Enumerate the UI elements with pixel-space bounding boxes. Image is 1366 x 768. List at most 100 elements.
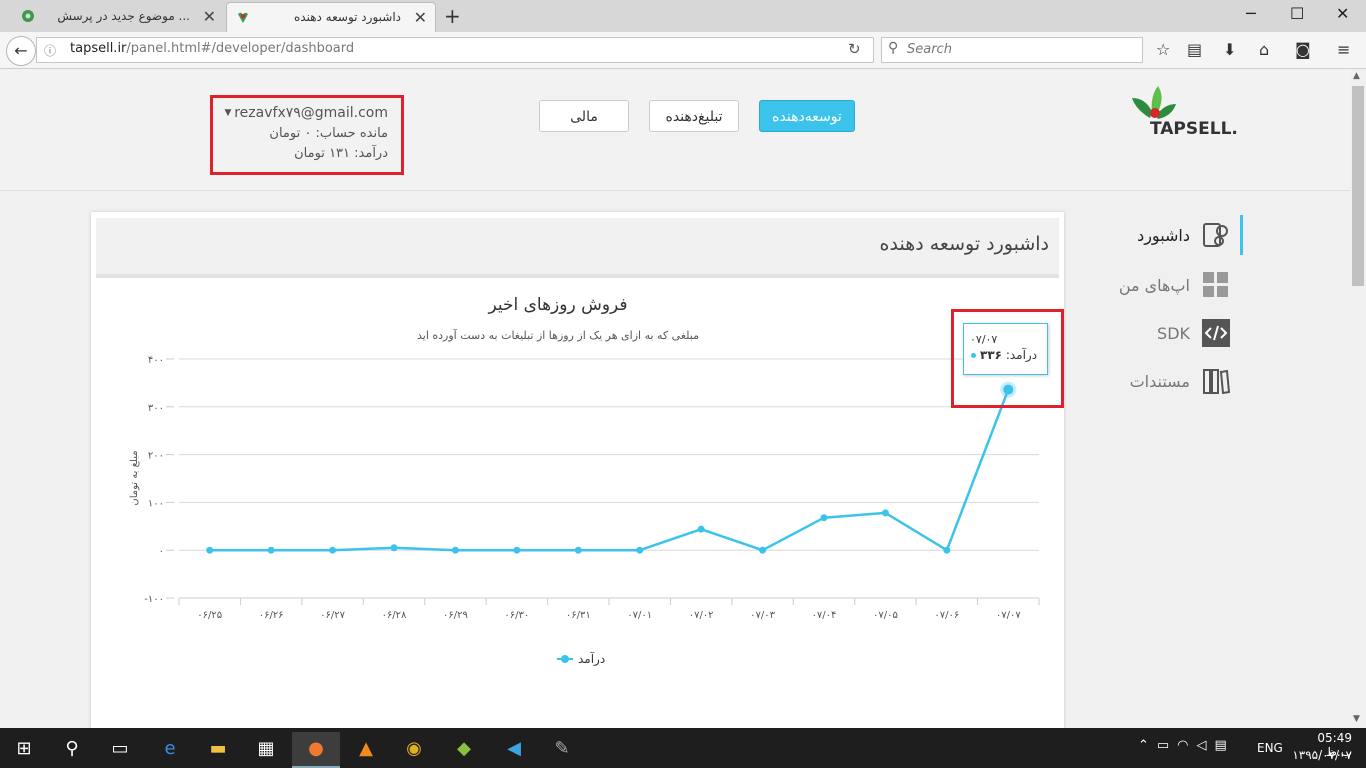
minimize-button[interactable]: ─: [1246, 4, 1256, 23]
search-placeholder: Search: [907, 42, 952, 57]
telegram-icon[interactable]: ◀: [490, 732, 538, 766]
reload-icon[interactable]: ↻: [848, 40, 861, 58]
tab-close-icon[interactable]: ✕: [203, 7, 216, 26]
task-view-icon[interactable]: ▭: [96, 732, 144, 766]
x-tick-label: ۰۷/۰۶: [934, 610, 959, 621]
account-balance: مانده حساب: ۰ تومان: [269, 126, 388, 141]
tooltip-marker: [971, 353, 976, 358]
y-tick-label: ۳۰۰: [148, 403, 164, 414]
maximize-button[interactable]: ☐: [1290, 4, 1304, 23]
sidebar-item-label: مستندات: [1129, 372, 1190, 391]
tab-title: ... موضوع جدید در پرسش: [57, 9, 190, 23]
arrow-left-icon: ←: [14, 41, 28, 60]
tab-title: داشبورد توسعه دهنده: [293, 10, 401, 24]
url-path: /panel.html#/developer/dashboard: [126, 41, 355, 56]
caret-down-icon: ▼: [224, 108, 235, 118]
system-tray-icons[interactable]: ⌃▭◠◁▤: [1138, 738, 1235, 753]
file-explorer-icon[interactable]: ▬: [194, 732, 242, 766]
data-point[interactable]: [267, 546, 275, 554]
x-tick-label: ۰۶/۲۸: [382, 610, 407, 621]
scrollbar-thumb[interactable]: [1352, 86, 1364, 286]
paint-icon[interactable]: ✎: [538, 732, 586, 766]
home-icon[interactable]: ⌂: [1259, 40, 1269, 59]
data-point[interactable]: [636, 546, 644, 554]
x-tick-label: ۰۶/۳۰: [504, 610, 529, 621]
data-point[interactable]: [574, 546, 582, 554]
y-tick-label: ۲۰۰: [148, 451, 164, 462]
sidebar-item-label: SDK: [1157, 324, 1190, 343]
chart-y-axis-label: مبلغ به تومان: [129, 450, 140, 505]
chart-subtitle: مبلغی که به ازای هر یک از روزها از تبلیغ…: [417, 328, 699, 342]
x-tick-label: ۰۶/۲۵: [197, 610, 222, 621]
search-taskbar-icon[interactable]: ⚲: [48, 732, 96, 766]
sidebar-item-my-apps[interactable]: اپ‌های من: [1090, 265, 1240, 305]
data-point[interactable]: [206, 546, 214, 554]
chart-legend[interactable]: درآمد: [557, 651, 605, 667]
edge-icon[interactable]: e: [146, 732, 194, 766]
new-tab-button[interactable]: +: [444, 4, 461, 28]
y-tick-label: ۴۰۰: [148, 355, 164, 366]
x-tick-label: ۰۷/۰۵: [873, 610, 898, 621]
data-point[interactable]: [390, 544, 398, 552]
tab-close-icon[interactable]: ✕: [414, 8, 427, 27]
y-tick-label: -۱۰۰: [144, 594, 164, 605]
sidebar-item-sdk[interactable]: SDK: [1090, 313, 1240, 353]
back-button[interactable]: ←: [6, 36, 36, 66]
scroll-down-icon[interactable]: ▼: [1353, 714, 1360, 724]
finance-button[interactable]: مالی: [539, 100, 629, 132]
sidebar-item-dashboard[interactable]: داشبورد: [1090, 215, 1243, 255]
docs-binder-icon: [1203, 369, 1230, 395]
reading-list-icon[interactable]: ▤: [1187, 40, 1202, 59]
advertiser-button[interactable]: تبلیغ‌دهنده: [649, 100, 739, 132]
tab-dashboard[interactable]: داشبورد توسعه دهنده ✕: [226, 2, 436, 32]
data-point[interactable]: [943, 546, 951, 554]
start-windows-icon[interactable]: ⊞: [0, 732, 48, 766]
firefox-icon[interactable]: ●: [292, 732, 340, 768]
scroll-up-icon[interactable]: ▲: [1353, 71, 1360, 81]
data-point[interactable]: [820, 514, 828, 522]
sidebar-item-docs[interactable]: مستندات: [1090, 361, 1240, 401]
menu-icon[interactable]: ≡: [1337, 40, 1350, 59]
pocket-icon[interactable]: ◙: [1295, 40, 1311, 59]
developer-button[interactable]: توسعه‌دهنده: [759, 100, 855, 132]
x-tick-label: ۰۶/۲۹: [443, 610, 468, 621]
series-line: [209, 389, 1010, 552]
download-icon[interactable]: ⬇: [1223, 40, 1236, 59]
logo-text: TAPSELL.: [1150, 119, 1238, 139]
tab-forum[interactable]: ... موضوع جدید در پرسش ✕: [12, 2, 224, 32]
page-title: داشبورد توسعه دهنده: [879, 233, 1049, 255]
code-icon: [1202, 319, 1230, 347]
data-point[interactable]: [451, 546, 459, 554]
x-tick-label: ۰۷/۰۳: [750, 610, 775, 621]
close-window-button[interactable]: ✕: [1336, 4, 1349, 23]
data-point[interactable]: [759, 546, 767, 554]
x-tick-label: ۰۶/۳۱: [566, 610, 591, 621]
bluestacks-icon[interactable]: ◆: [440, 732, 488, 766]
x-tick-label: ۰۶/۲۶: [259, 610, 284, 621]
legend-label: درآمد: [578, 651, 605, 667]
data-point[interactable]: [513, 546, 521, 554]
x-tick-label: ۰۶/۲۷: [320, 610, 345, 621]
bookmark-star-icon[interactable]: ☆: [1156, 40, 1170, 59]
chrome-icon[interactable]: ◉: [390, 732, 438, 766]
x-tick-label: ۰۷/۰۷: [996, 610, 1021, 621]
gear-icon: [22, 10, 34, 22]
revenue-chart[interactable]: فروش روزهای اخیر مبلغی که به ازای هر یک …: [96, 282, 1056, 682]
dashboard-icon: [1203, 223, 1228, 247]
tooltip-number: ۳۳۶: [980, 348, 1002, 362]
user-menu-dropdown[interactable]: ▼ rezavfx۷۹@gmail.com: [224, 105, 388, 121]
store-icon[interactable]: ▦: [242, 732, 290, 766]
y-tick-label: ۱۰۰: [148, 498, 164, 509]
site-info-icon[interactable]: ⓘ: [44, 42, 56, 59]
url-domain: tapsell.ir: [70, 41, 127, 56]
x-tick-label: ۰۷/۰۱: [627, 610, 652, 621]
data-point[interactable]: [881, 509, 889, 517]
url-text[interactable]: tapsell.ir/panel.html#/developer/dashboa…: [70, 41, 354, 56]
data-point[interactable]: [329, 546, 337, 554]
clock-date[interactable]: ۱۳۹۵/۰۷/۰۷: [1290, 748, 1352, 762]
search-icon: ⚲: [888, 40, 899, 56]
vlc-icon[interactable]: ▲: [342, 732, 390, 766]
language-indicator[interactable]: ENG: [1257, 741, 1283, 755]
y-tick-label: ۰: [159, 546, 164, 557]
data-point[interactable]: [697, 525, 705, 533]
